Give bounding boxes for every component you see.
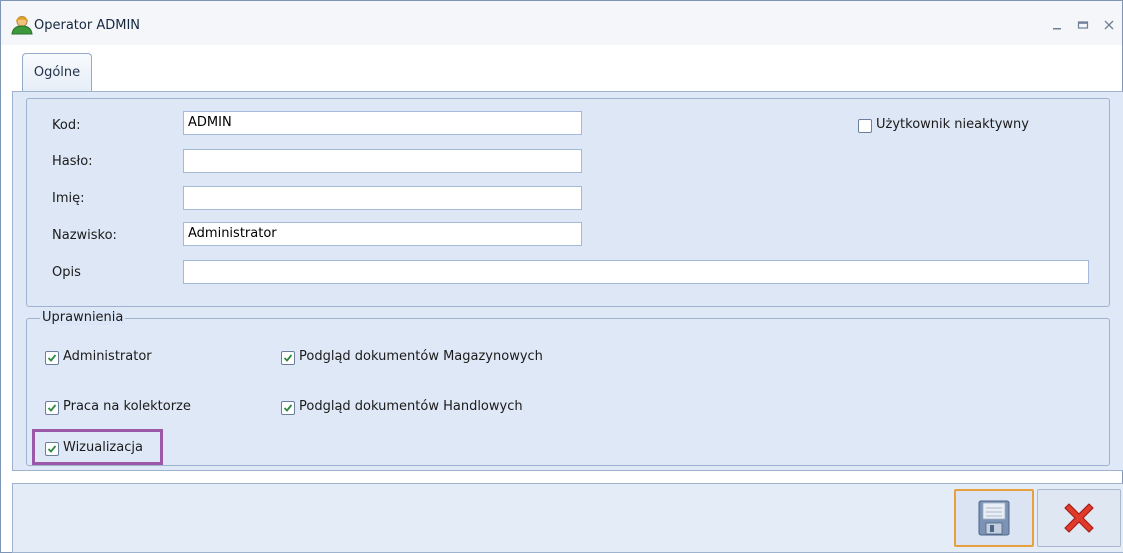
permissions-group bbox=[26, 318, 1110, 466]
checkmark-icon bbox=[47, 404, 57, 412]
highlight-box bbox=[32, 429, 163, 465]
cancel-button[interactable] bbox=[1037, 489, 1121, 547]
haslo-input[interactable] bbox=[183, 149, 582, 173]
close-icon[interactable] bbox=[1096, 13, 1122, 37]
checkmark-icon bbox=[283, 404, 293, 412]
save-button[interactable] bbox=[954, 489, 1034, 547]
maximize-icon[interactable] bbox=[1070, 13, 1096, 37]
permissions-title: Uprawnienia bbox=[40, 310, 126, 325]
opis-label: Opis bbox=[52, 265, 81, 280]
administrator-checkbox[interactable] bbox=[45, 351, 59, 365]
podglad-magazynowych-checkbox[interactable] bbox=[281, 351, 295, 365]
haslo-label: Hasło: bbox=[52, 154, 93, 169]
floppy-disk-icon bbox=[978, 500, 1010, 536]
podglad-handlowych-label: Podgląd dokumentów Handlowych bbox=[299, 399, 523, 414]
minimize-icon[interactable] bbox=[1044, 13, 1070, 37]
podglad-handlowych-checkbox[interactable] bbox=[281, 401, 295, 415]
operator-window: Operator ADMIN Ogólne Kod: ADMIN Hasło: … bbox=[0, 0, 1123, 553]
nieaktywny-label: Użytkownik nieaktywny bbox=[876, 117, 1029, 132]
window-title: Operator ADMIN bbox=[34, 18, 140, 33]
praca-kolektor-checkbox[interactable] bbox=[45, 401, 59, 415]
tab-ogolne[interactable]: Ogólne bbox=[22, 53, 92, 93]
checkmark-icon bbox=[47, 354, 57, 362]
nazwisko-label: Nazwisko: bbox=[52, 228, 117, 243]
opis-input[interactable] bbox=[183, 260, 1089, 284]
imie-input[interactable] bbox=[183, 186, 582, 210]
checkmark-icon bbox=[283, 354, 293, 362]
administrator-label: Administrator bbox=[63, 349, 152, 364]
praca-kolektor-label: Praca na kolektorze bbox=[63, 399, 191, 414]
kod-label: Kod: bbox=[52, 118, 81, 133]
podglad-magazynowych-label: Podgląd dokumentów Magazynowych bbox=[299, 349, 543, 364]
red-x-icon bbox=[1064, 503, 1094, 533]
user-app-icon bbox=[11, 15, 33, 35]
title-bar: Operator ADMIN bbox=[1, 1, 1122, 45]
imie-label: Imię: bbox=[52, 191, 85, 206]
kod-input[interactable]: ADMIN bbox=[183, 111, 582, 135]
nieaktywny-checkbox[interactable] bbox=[858, 119, 872, 133]
nazwisko-input[interactable]: Administrator bbox=[183, 222, 582, 246]
